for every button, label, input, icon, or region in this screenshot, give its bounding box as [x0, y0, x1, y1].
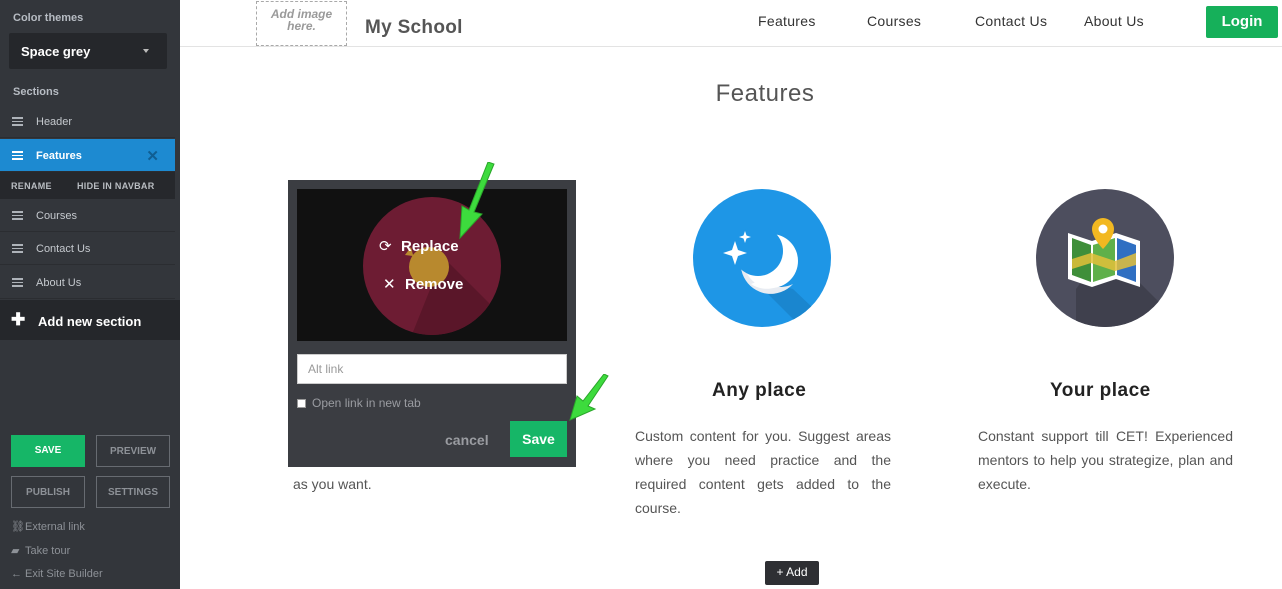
- new-tab-label: Open link in new tab: [312, 396, 421, 410]
- replace-label: Replace: [401, 238, 459, 255]
- logo-image-placeholder[interactable]: Add image here.: [256, 1, 347, 46]
- sidebar-item-label: About Us: [36, 277, 82, 289]
- sidebar-item-about-us[interactable]: About Us: [0, 266, 175, 299]
- arrow-left-icon: ←: [11, 568, 22, 580]
- remove-image-button[interactable]: ✕ Remove: [383, 275, 463, 293]
- image-preview: ⟳ Replace ✕ Remove: [297, 189, 567, 341]
- hide-in-navbar-button[interactable]: HIDE IN NAVBAR: [77, 181, 155, 191]
- feature-body: Constant support till CET! Experienced m…: [978, 428, 1233, 492]
- image-edit-popup: ⟳ Replace ✕ Remove Open link in new tab ca…: [288, 180, 576, 467]
- new-tab-checkbox[interactable]: [297, 399, 306, 408]
- annotation-arrow-icon: [569, 374, 609, 421]
- exit-label: Exit Site Builder: [25, 568, 103, 580]
- feature-body-partial: as you want.: [293, 476, 372, 492]
- signpost-icon: ▰: [11, 545, 20, 557]
- hamburger-icon: [12, 117, 23, 126]
- settings-button[interactable]: SETTINGS: [96, 476, 170, 508]
- add-block-button[interactable]: + Add: [765, 561, 819, 585]
- sidebar-item-features[interactable]: Features ✕: [0, 139, 175, 172]
- hamburger-icon: [12, 278, 23, 287]
- alt-link-input[interactable]: [297, 354, 567, 384]
- moon-stars-icon[interactable]: [693, 189, 831, 327]
- save-button[interactable]: SAVE: [11, 435, 85, 467]
- nav-link-courses[interactable]: Courses: [867, 13, 921, 29]
- builder-sidebar: Color themes Space grey Sections Header …: [0, 0, 180, 589]
- annotation-arrow-icon: [459, 162, 495, 240]
- take-tour-link[interactable]: ▰ Take tour: [11, 544, 70, 557]
- login-button[interactable]: Login: [1206, 6, 1278, 38]
- sidebar-item-label: Header: [36, 116, 73, 128]
- site-builder: Color themes Space grey Sections Header …: [0, 0, 1282, 589]
- refresh-icon: ⟳: [379, 238, 392, 255]
- plus-icon: ✚: [11, 310, 26, 329]
- rename-button[interactable]: RENAME: [11, 181, 52, 191]
- feature-title: Your place: [1050, 380, 1151, 401]
- external-link-label: External link: [25, 521, 85, 533]
- hamburger-icon: [12, 244, 23, 253]
- cancel-button[interactable]: cancel: [445, 432, 489, 448]
- sidebar-item-courses[interactable]: Courses: [0, 199, 175, 232]
- sidebar-item-label: Contact Us: [36, 243, 91, 255]
- publish-button[interactable]: PUBLISH: [11, 476, 85, 508]
- section-actions: RENAME HIDE IN NAVBAR: [0, 172, 175, 199]
- close-icon[interactable]: ✕: [146, 147, 159, 165]
- external-link[interactable]: ⛓External link: [11, 520, 85, 533]
- sidebar-item-header[interactable]: Header: [0, 105, 175, 138]
- nav-link-features[interactable]: Features: [758, 13, 816, 29]
- theme-select[interactable]: Space grey: [9, 33, 167, 69]
- sidebar-item-label: Features: [36, 150, 82, 162]
- site-brand: My School: [365, 17, 463, 38]
- preview-button[interactable]: PREVIEW: [96, 435, 170, 467]
- feature-body: Custom content for you. Suggest areas wh…: [635, 428, 891, 516]
- close-icon: ✕: [383, 276, 396, 293]
- section-title: Features: [715, 80, 815, 107]
- sections-label: Sections: [13, 86, 59, 98]
- open-in-new-tab-option[interactable]: Open link in new tab: [297, 396, 421, 410]
- nav-link-about-us[interactable]: About Us: [1084, 13, 1144, 29]
- nav-link-contact-us[interactable]: Contact Us: [975, 13, 1047, 29]
- hamburger-icon: [12, 211, 23, 220]
- add-section-label: Add new section: [38, 314, 142, 329]
- add-new-section-button[interactable]: ✚ Add new section: [0, 300, 180, 340]
- popup-save-button[interactable]: Save: [510, 421, 567, 457]
- sidebar-item-label: Courses: [36, 210, 77, 222]
- logo-placeholder-line2: here.: [287, 19, 316, 33]
- theme-value: Space grey: [21, 44, 91, 59]
- link-icon: ⛓: [11, 521, 25, 533]
- exit-site-builder-link[interactable]: ← Exit Site Builder: [11, 568, 103, 580]
- sidebar-item-contact-us[interactable]: Contact Us: [0, 232, 175, 265]
- caret-down-icon: [143, 49, 149, 53]
- map-pin-icon[interactable]: [1036, 189, 1174, 327]
- hamburger-icon: [12, 151, 23, 160]
- feature-title: Any place: [712, 380, 807, 401]
- site-navbar: Add image here. My School Features Cours…: [180, 0, 1282, 47]
- replace-image-button[interactable]: ⟳ Replace: [379, 237, 459, 255]
- remove-label: Remove: [405, 276, 464, 293]
- color-themes-label: Color themes: [13, 12, 84, 24]
- take-tour-label: Take tour: [25, 545, 71, 557]
